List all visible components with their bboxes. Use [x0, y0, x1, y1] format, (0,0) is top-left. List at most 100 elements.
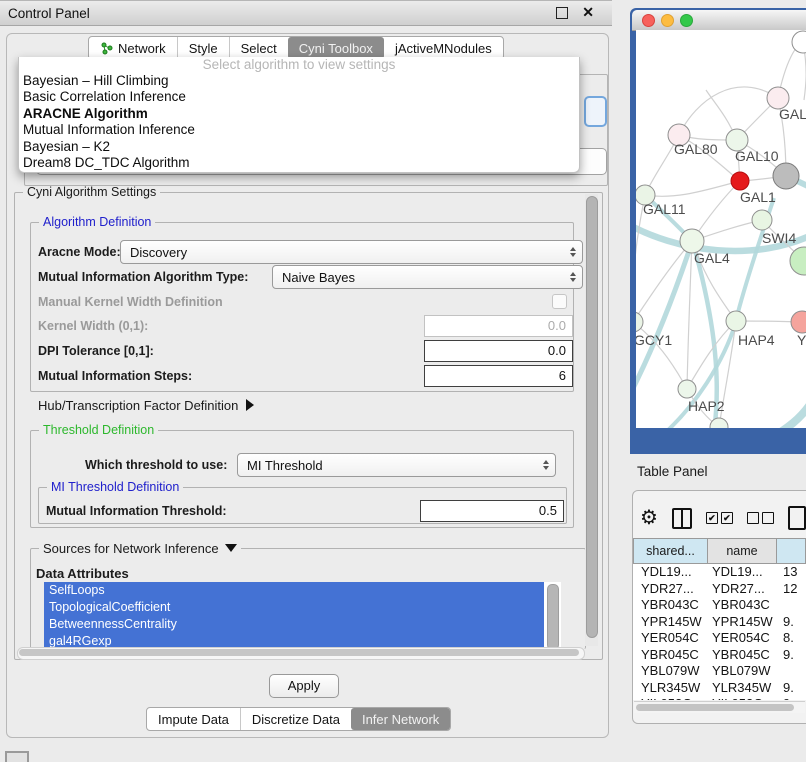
float-window-icon[interactable] [556, 7, 568, 19]
scrollbar-thumb[interactable] [636, 704, 794, 711]
scrollbar-thumb[interactable] [586, 196, 598, 638]
network-node-label: GAL1 [740, 189, 776, 205]
network-node[interactable] [791, 311, 806, 333]
network-node[interactable] [726, 311, 746, 331]
apply-button[interactable]: Apply [269, 674, 339, 698]
network-node[interactable] [752, 210, 772, 230]
dpi-tolerance-field[interactable]: 0.0 [424, 340, 573, 362]
dpi-tolerance-label: DPI Tolerance [0,1]: [38, 344, 154, 358]
tab-cyni-toolbox-label: Cyni Toolbox [299, 41, 373, 56]
tab-select[interactable]: Select [229, 37, 288, 59]
gear-icon[interactable]: ⚙ [640, 507, 658, 529]
aracne-mode-label: Aracne Mode: [38, 245, 121, 259]
network-node-label: GCY1 [636, 332, 672, 348]
table-cell: YIL052C [708, 696, 777, 700]
list-scrollbar[interactable] [547, 584, 559, 650]
minimize-traffic-light[interactable] [661, 14, 674, 27]
column-header-name[interactable]: name [708, 538, 777, 564]
column-header-shared-name[interactable]: shared... [633, 538, 708, 564]
tab-network[interactable]: Network [89, 37, 177, 59]
table-row[interactable]: YLR345WYLR345W9. [633, 680, 806, 697]
aracne-mode-combo[interactable]: Discovery [120, 240, 583, 264]
collapsed-panel-grip[interactable] [5, 751, 29, 762]
table-row[interactable]: YER054CYER054C8. [633, 630, 806, 647]
algorithm-dropdown-item[interactable]: Basic Correlation Inference [19, 89, 579, 105]
algorithm-dropdown-item[interactable]: Mutual Information Inference [19, 122, 579, 138]
algorithm-dropdown-item[interactable]: Dream8 DC_TDC Algorithm [19, 155, 579, 171]
network-window-titlebar[interactable] [632, 10, 806, 31]
network-node[interactable] [790, 247, 806, 275]
algorithm-dropdown-item[interactable]: Bayesian – Hill Climbing [19, 73, 579, 89]
network-node-label: GAL11 [643, 201, 686, 217]
table-row[interactable]: YBR045CYBR045C9. [633, 647, 806, 664]
table-horizontal-scrollbar[interactable] [634, 701, 805, 713]
kernel-width-field[interactable]: 0.0 [424, 315, 573, 337]
table-cell: 13 [777, 564, 806, 581]
document-icon[interactable] [788, 506, 806, 530]
table-cell: 9. [777, 614, 806, 631]
network-node-label: GAL80 [674, 141, 718, 157]
expanded-arrow-icon [225, 544, 237, 552]
table-row[interactable]: YDL19...YDL19...13 [633, 564, 806, 581]
focused-combo-fragment[interactable] [584, 96, 607, 127]
manual-kernel-label: Manual Kernel Width Definition [38, 295, 223, 309]
scrollbar-thumb[interactable] [19, 649, 579, 656]
zoom-traffic-light[interactable] [680, 14, 693, 27]
tab-impute-data[interactable]: Impute Data [147, 708, 240, 730]
control-panel-titlebar: Control Panel ✕ [0, 0, 612, 26]
close-traffic-light[interactable] [642, 14, 655, 27]
table-cell: YER054C [708, 630, 777, 647]
close-icon[interactable]: ✕ [582, 4, 594, 21]
algorithm-dropdown-item[interactable]: Bayesian – K2 [19, 139, 579, 155]
table-row[interactable]: YBL079WYBL079W [633, 663, 806, 680]
tab-impute-data-label: Impute Data [158, 712, 229, 727]
hub-section-label: Hub/Transcription Factor Definition [38, 398, 238, 413]
column-header-partial[interactable] [777, 538, 806, 564]
mi-algorithm-type-value: Naive Bayes [282, 270, 355, 285]
tab-discretize-data[interactable]: Discretize Data [240, 708, 351, 730]
which-threshold-value: MI Threshold [247, 458, 323, 473]
table-row[interactable]: YDR27...YDR27...12 [633, 581, 806, 598]
tab-style[interactable]: Style [177, 37, 229, 59]
algorithm-dropdown-popup: Select algorithm to view settings Bayesi… [18, 57, 580, 173]
data-attribute-item[interactable]: TopologicalCoefficient [44, 599, 544, 616]
column-split-icon[interactable] [672, 508, 692, 529]
settings-vertical-scrollbar[interactable] [585, 194, 598, 646]
mi-threshold-group-title: MI Threshold Definition [47, 480, 183, 494]
data-attribute-item[interactable]: BetweennessCentrality [44, 616, 544, 633]
sources-group-title[interactable]: Sources for Network Inference [39, 541, 241, 556]
hub-section-toggle[interactable]: Hub/Transcription Factor Definition [38, 398, 254, 413]
table-row[interactable]: YIL052CYIL052C9 [633, 696, 806, 700]
algorithm-dropdown-item[interactable]: ARACNE Algorithm [19, 106, 579, 122]
table-row[interactable]: YBR043CYBR043C [633, 597, 806, 614]
deselect-all-checkboxes-icon[interactable] [747, 512, 774, 524]
mi-threshold-field[interactable]: 0.5 [420, 500, 564, 522]
table-row[interactable]: YPR145WYPR145W9. [633, 614, 806, 631]
table-cell: YDL19... [708, 564, 777, 581]
table-cell: YBR043C [708, 597, 777, 614]
network-node[interactable] [773, 163, 799, 189]
tab-infer-network[interactable]: Infer Network [351, 708, 450, 730]
network-node[interactable] [792, 31, 806, 53]
mi-algorithm-type-combo[interactable]: Naive Bayes [272, 265, 583, 289]
network-node[interactable] [710, 418, 728, 428]
network-node-label: GAL7 [779, 106, 806, 122]
tab-style-label: Style [189, 41, 218, 56]
algorithm-dropdown-list: Bayesian – Hill ClimbingBasic Correlatio… [19, 73, 579, 171]
manual-kernel-checkbox[interactable] [552, 294, 567, 309]
network-node[interactable] [678, 380, 696, 398]
table-cell: YLR345W [708, 680, 777, 697]
select-all-checkboxes-icon[interactable]: ✔✔ [706, 512, 733, 524]
network-canvas[interactable]: GAL7GAL80GAL10GAL1GAL11GAL4SWI4GCY1HAP4Y… [636, 30, 806, 428]
which-threshold-combo[interactable]: MI Threshold [237, 453, 556, 477]
settings-horizontal-scrollbar[interactable] [17, 647, 585, 660]
cyni-algorithm-settings-title: Cyni Algorithm Settings [23, 185, 160, 199]
data-attribute-item[interactable]: SelfLoops [44, 582, 544, 599]
tab-jactivemnodules[interactable]: jActiveMNodules [384, 37, 503, 59]
network-node[interactable] [731, 172, 749, 190]
table-cell: YBR045C [708, 647, 777, 664]
tab-cyni-toolbox[interactable]: Cyni Toolbox [288, 37, 384, 59]
collapsed-arrow-icon [246, 399, 254, 411]
mi-steps-field[interactable]: 6 [424, 365, 573, 387]
table-cell: YLR345W [633, 680, 708, 697]
